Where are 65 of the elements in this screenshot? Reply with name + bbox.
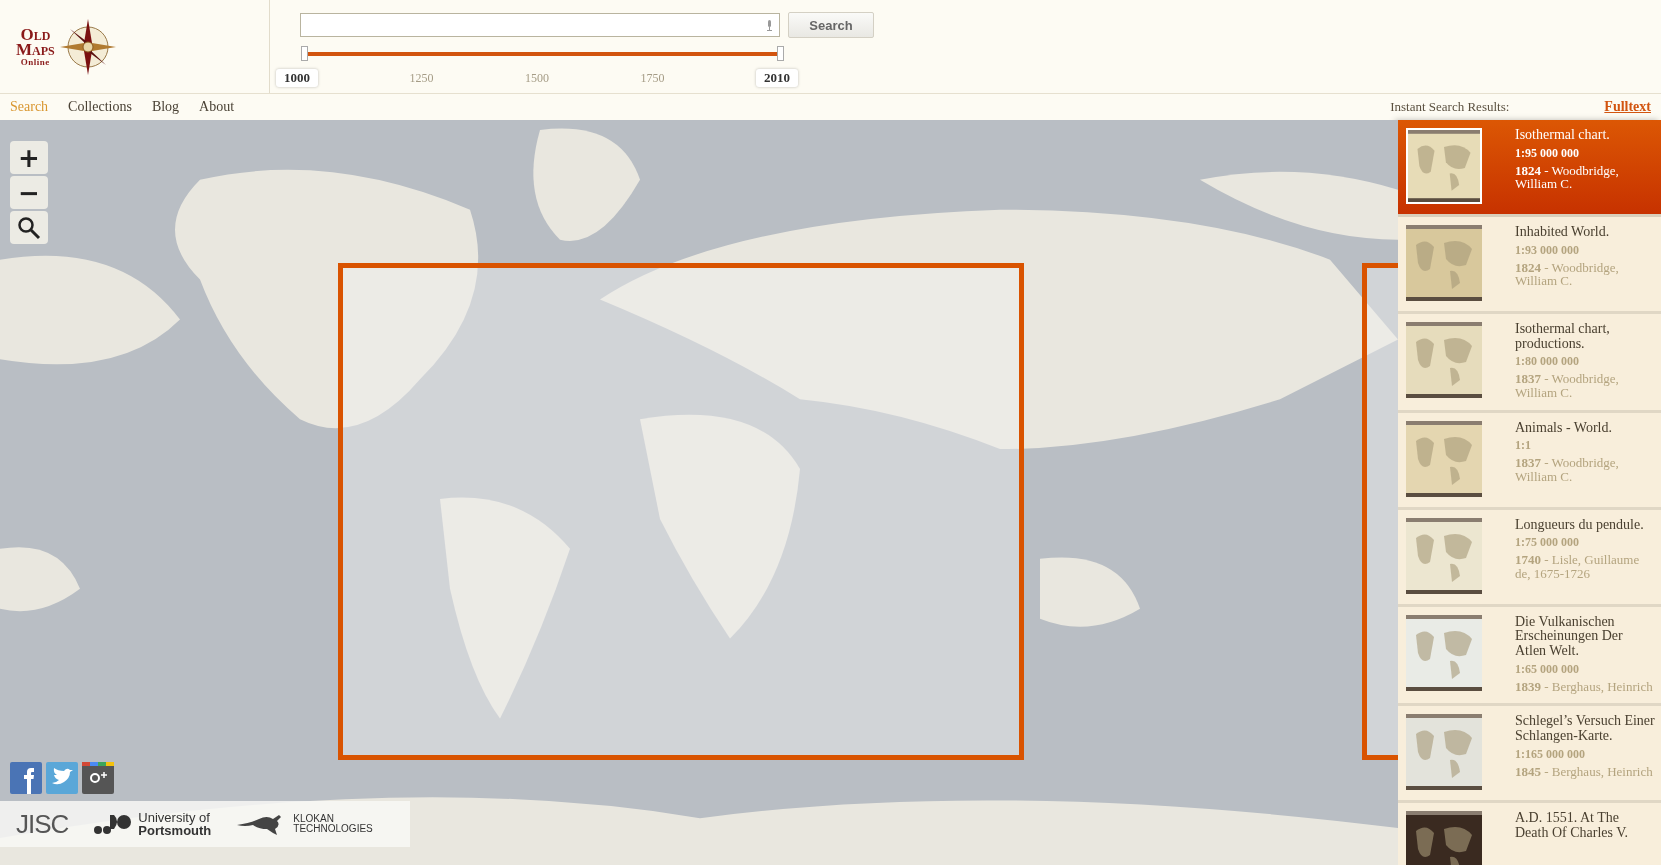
map-thumbnail[interactable] <box>1406 322 1482 398</box>
result-title: Animals - World. <box>1515 420 1613 436</box>
year-tick-label: 1500 <box>525 70 549 86</box>
result-date-author: 1740 - Lisle, Guillaume de, 1675-1726 <box>1515 553 1641 581</box>
google-plus-icon[interactable] <box>82 762 114 794</box>
partner-logo-text[interactable]: KLOKAN TECHNOLOGIES <box>293 814 373 834</box>
slider-handle[interactable] <box>301 46 308 61</box>
map-thumbnail[interactable] <box>1406 225 1482 301</box>
slider-handle[interactable] <box>777 46 784 61</box>
map-thumbnail[interactable] <box>1406 517 1482 594</box>
result-scale: 1:93 000 000 <box>1515 242 1580 258</box>
search-icon <box>17 215 41 240</box>
result-scale: 1:1 <box>1515 438 1532 454</box>
map-thumbnail[interactable] <box>1406 714 1482 791</box>
result-date-author: 1837 - Woodbridge, William C. <box>1515 372 1620 400</box>
result-title: Schlegel’s Versuch Einer Schlangen-Karte. <box>1515 714 1655 744</box>
result-date-author: 1845 - Berghaus, Heinrich <box>1515 764 1654 779</box>
microphone-icon[interactable] <box>766 19 773 31</box>
search-result-item[interactable]: Inhabited World. 1:93 000 000 1824 - Woodbridge, William C. <box>1398 217 1661 314</box>
search-result-item[interactable]: Isothermal chart. 1:95 000 000 1824 - Woodbridge, William C. <box>1398 120 1661 217</box>
result-date-author: 1837 - Woodbridge, William C. <box>1515 456 1620 484</box>
result-title: Die Vulkanischen Erscheinungen Der Atlen Welt. <box>1515 614 1624 659</box>
result-title: Isothermal chart. <box>1515 128 1611 143</box>
search-result-item[interactable]: A.D. 1551. At The Death Of Charles V. <box>1398 803 1661 865</box>
end-year-label: 2010 <box>756 69 798 87</box>
map-thumbnail[interactable] <box>1406 128 1482 204</box>
results-heading: Instant Search Results: <box>1390 99 1510 115</box>
year-tick-label: 1750 <box>640 70 665 86</box>
result-date-author: 1824 - Woodbridge, William C. <box>1515 163 1620 191</box>
result-title: Isothermal chart, productions. <box>1515 322 1611 352</box>
result-date-author: 1824 - Woodbridge, William C. <box>1515 260 1620 288</box>
nav-link[interactable]: Blog <box>151 99 180 115</box>
facebook-icon[interactable] <box>10 762 42 794</box>
search-result-item[interactable]: Longueurs du pendule. 1:75 000 000 1740 - Lisle, Guillaume de, 1675-1726 <box>1398 509 1661 607</box>
result-title: A.D. 1551. At The Death Of Charles V. <box>1515 811 1630 841</box>
search-button[interactable] <box>10 211 48 244</box>
result-scale: 1:80 000 000 <box>1515 354 1580 370</box>
dots-logo-icon[interactable] <box>94 813 133 835</box>
search-field[interactable] <box>300 13 780 37</box>
fulltext-link[interactable]: Fulltext <box>1604 99 1651 115</box>
result-date-author: 1839 - Berghaus, Heinrich <box>1515 679 1654 694</box>
zoom-in-button[interactable]: + <box>10 141 48 174</box>
map-thumbnail[interactable] <box>1406 811 1482 865</box>
map-thumbnail[interactable] <box>1406 420 1482 497</box>
nav-link[interactable]: About <box>199 99 235 115</box>
search-result-item[interactable]: Die Vulkanischen Erscheinungen Der Atlen Welt. 1:65 000 000 1839 - Berghaus, Heinrich <box>1398 606 1661 707</box>
result-title: Longueurs du pendule. <box>1515 517 1645 533</box>
result-title: Inhabited World. <box>1515 225 1611 240</box>
result-scale: 1:95 000 000 <box>1515 145 1580 161</box>
search-button[interactable]: Search <box>788 12 874 38</box>
result-scale: 1:165 000 000 <box>1515 746 1586 762</box>
zoom-out-button[interactable]: − <box>10 176 48 209</box>
partner-logo-text[interactable]: University of Portsmouth <box>138 811 212 837</box>
result-scale: 1:75 000 000 <box>1515 535 1580 551</box>
selection-rectangle[interactable] <box>338 263 1024 760</box>
logo-text[interactable]: Old Maps Online <box>16 27 55 66</box>
result-scale: 1:65 000 000 <box>1515 661 1580 677</box>
search-result-item[interactable]: Animals - World. 1:1 1837 - Woodbridge, William C. <box>1398 412 1661 510</box>
map-thumbnail[interactable] <box>1406 614 1482 691</box>
search-result-item[interactable]: Schlegel’s Versuch Einer Schlangen-Karte. 1:165 000 000 1845 - Berghaus, Heinrich <box>1398 706 1661 804</box>
search-result-item[interactable]: Isothermal chart, productions. 1:80 000 000 1837 - Woodbridge, William C. <box>1398 314 1661 413</box>
nav-link[interactable]: Collections <box>68 99 132 115</box>
start-year-label: 1000 <box>276 69 318 87</box>
partner-logo-text[interactable]: JISC <box>16 808 69 840</box>
year-tick-label: 1250 <box>409 70 434 86</box>
